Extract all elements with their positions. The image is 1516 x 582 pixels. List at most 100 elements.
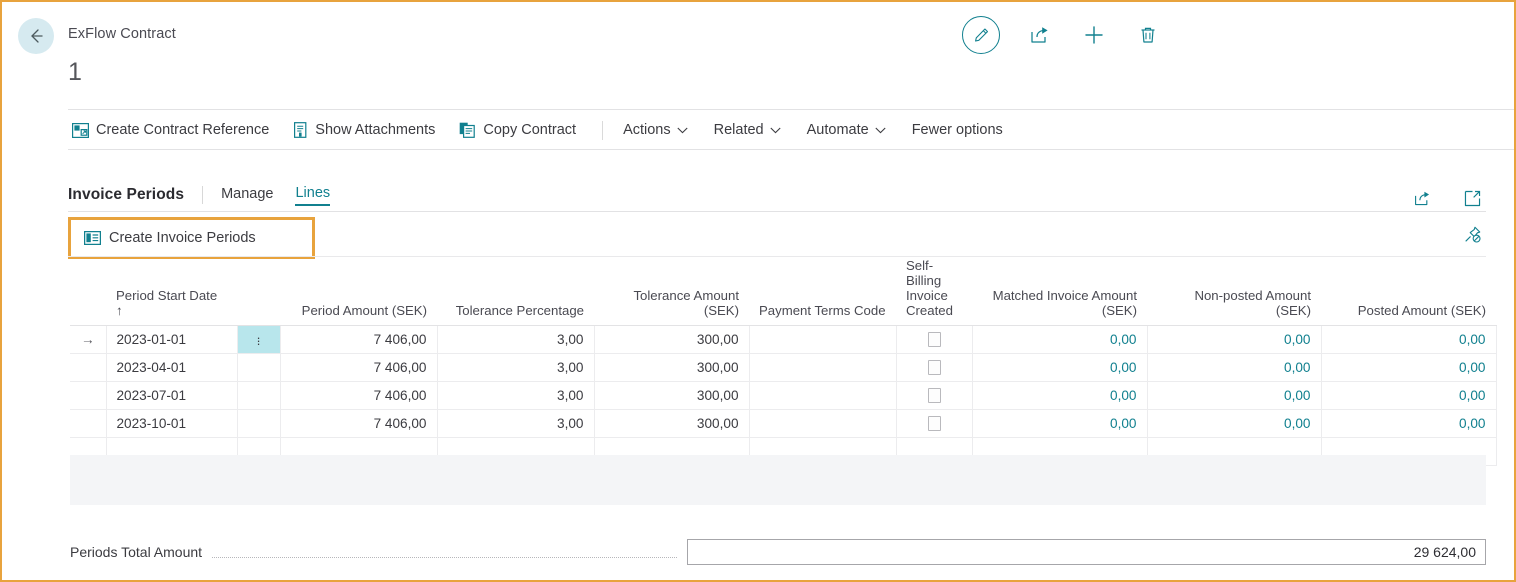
cell-self_billing_invoice_created[interactable] (896, 409, 973, 438)
column-header-matched_invoice_amount[interactable]: Matched Invoice Amount (SEK) (972, 258, 1147, 326)
column-header-tolerance_amount[interactable]: Tolerance Amount (SEK) (594, 258, 749, 326)
back-arrow-icon (31, 29, 43, 43)
checkbox-self-billing-invoice-created[interactable] (927, 332, 941, 348)
cell-non_posted_amount[interactable]: 0,00 (1147, 381, 1322, 410)
cell-self_billing_invoice_created[interactable] (896, 325, 973, 354)
cell-tolerance_amount[interactable]: 300,00 (594, 325, 750, 354)
part-title-divider (202, 186, 204, 204)
cell-tolerance_percentage[interactable]: 3,00 (437, 325, 595, 354)
trash-icon (1141, 27, 1155, 43)
cell-period_start_date[interactable]: 2023-10-01 (106, 409, 238, 438)
cell-period_amount[interactable]: 7 406,00 (280, 381, 438, 410)
cell-matched_invoice_amount[interactable]: 0,00 (972, 381, 1148, 410)
column-header-self_billing_invoice_created[interactable]: Self- Billing Invoice Created (896, 258, 972, 326)
cell-period_start_date[interactable]: 2023-07-01 (106, 381, 238, 410)
table-row[interactable]: 2023-07-01 7 406,00 3,00 300,00 0,00 0,00 0,00 (70, 381, 1497, 410)
unpin-button[interactable] (1463, 225, 1482, 249)
column-header-payment_terms_code[interactable]: Payment Terms Code (749, 258, 896, 326)
copy-document-icon (460, 122, 476, 138)
command-ribbon: Create Contract Reference Show Attachmen… (68, 112, 1514, 148)
create-invoice-periods-button[interactable]: Create Invoice Periods (68, 217, 315, 259)
create-contract-reference-button[interactable]: Create Contract Reference (68, 118, 279, 142)
periods-total-value[interactable]: 29 624,00 (687, 539, 1486, 565)
cell-non_posted_amount[interactable]: 0,00 (1147, 325, 1322, 354)
cell-posted_amount[interactable]: 0,00 (1321, 325, 1497, 354)
actions-menu[interactable]: Actions (615, 118, 696, 142)
checkbox-self-billing-invoice-created[interactable] (927, 388, 941, 404)
checkbox-self-billing-invoice-created[interactable] (927, 360, 941, 376)
cell-self_billing_invoice_created[interactable] (896, 381, 973, 410)
table-row[interactable]: 2023-10-01 7 406,00 3,00 300,00 0,00 0,00 0,00 (70, 409, 1497, 438)
cell-matched_invoice_amount[interactable]: 0,00 (972, 409, 1148, 438)
cell-matched_invoice_amount[interactable]: 0,00 (972, 325, 1148, 354)
row-indicator (70, 409, 107, 438)
cell-tolerance_percentage[interactable]: 3,00 (437, 409, 595, 438)
related-menu[interactable]: Related (706, 118, 789, 142)
tab-manage[interactable]: Manage (221, 186, 273, 205)
chevron-down-icon (770, 127, 781, 133)
share-part-button[interactable] (1408, 184, 1436, 212)
exflow-contract-page: ExFlow Contract 1 Create Contract Refere… (0, 0, 1516, 582)
cell-non_posted_amount[interactable]: 0,00 (1147, 409, 1322, 438)
cell-tolerance_amount[interactable]: 300,00 (594, 353, 750, 382)
page-caption: ExFlow Contract (68, 26, 176, 42)
cell-posted_amount[interactable]: 0,00 (1321, 353, 1497, 382)
cell-payment_terms_code[interactable] (749, 353, 897, 382)
cell-period_start_date[interactable]: 2023-04-01 (106, 353, 238, 382)
cell-payment_terms_code[interactable] (749, 381, 897, 410)
column-header-non_posted_amount[interactable]: Non-posted Amount (SEK) (1147, 258, 1321, 326)
cell-self_billing_invoice_created[interactable] (896, 353, 973, 382)
row-menu-button[interactable] (237, 353, 281, 382)
row-menu-button[interactable] (237, 381, 281, 410)
share-button[interactable] (1026, 21, 1054, 49)
ribbon-item-label: Show Attachments (315, 122, 436, 138)
column-header-period_start_date[interactable]: Period Start Date ↑ (106, 258, 237, 326)
cell-payment_terms_code[interactable] (749, 325, 897, 354)
table-row[interactable]: → 2023-01-01... 7 406,00 3,00 300,00 0,00 0,00… (70, 325, 1497, 354)
actions-menu-label: Actions (623, 122, 671, 138)
share-part-icon (1414, 191, 1429, 205)
delete-button[interactable] (1134, 21, 1162, 49)
cell-tolerance_percentage[interactable]: 3,00 (437, 353, 595, 382)
back-button[interactable] (18, 18, 54, 54)
copy-contract-button[interactable]: Copy Contract (455, 118, 586, 142)
cell-non_posted_amount[interactable]: 0,00 (1147, 353, 1322, 382)
cell-matched_invoice_amount[interactable]: 0,00 (972, 353, 1148, 382)
ribbon-item-label: Copy Contract (483, 122, 577, 138)
automate-menu-label: Automate (806, 122, 869, 138)
row-menu-button[interactable] (237, 409, 281, 438)
cell-payment_terms_code[interactable] (749, 409, 897, 438)
show-attachments-button[interactable]: Show Attachments (289, 118, 445, 142)
leader-dots (212, 547, 678, 558)
periods-total-row: Periods Total Amount 29 624,00 (70, 537, 1486, 567)
row-indicator (70, 381, 107, 410)
cell-posted_amount[interactable]: 0,00 (1321, 409, 1497, 438)
edit-button[interactable] (962, 16, 1000, 54)
checkbox-self-billing-invoice-created[interactable] (927, 416, 941, 432)
row-menu-button[interactable]: ... (237, 325, 281, 354)
cell-period_amount[interactable]: 7 406,00 (280, 409, 438, 438)
page-header: ExFlow Contract 1 (2, 2, 1514, 110)
cell-tolerance_percentage[interactable]: 3,00 (437, 381, 595, 410)
cell-tolerance_amount[interactable]: 300,00 (594, 381, 750, 410)
lines-subribbon: Create Invoice Periods (68, 213, 1486, 259)
cell-period_start_date[interactable]: 2023-01-01 (106, 325, 238, 354)
tab-lines[interactable]: Lines (295, 185, 331, 206)
open-in-new-window-button[interactable] (1458, 184, 1486, 212)
fewer-options-button[interactable]: Fewer options (904, 118, 1011, 142)
column-header-rowmenu (237, 258, 280, 326)
cell-period_amount[interactable]: 7 406,00 (280, 325, 438, 354)
column-header-posted_amount[interactable]: Posted Amount (SEK) (1321, 258, 1496, 326)
cell-posted_amount[interactable]: 0,00 (1321, 381, 1497, 410)
table-header-row: Period Start Date ↑ Period Amount (SEK) To… (70, 258, 1496, 326)
create-invoice-periods-label: Create Invoice Periods (109, 230, 256, 246)
new-button[interactable] (1080, 21, 1108, 49)
cell-tolerance_amount[interactable]: 300,00 (594, 409, 750, 438)
row-indicator (70, 353, 107, 382)
automate-menu[interactable]: Automate (799, 118, 894, 142)
column-header-tolerance_percentage[interactable]: Tolerance Percentage (437, 258, 594, 326)
table-row[interactable]: 2023-04-01 7 406,00 3,00 300,00 0,00 0,00 0,00 (70, 353, 1497, 382)
header-divider (68, 109, 1514, 110)
column-header-period_amount[interactable]: Period Amount (SEK) (280, 258, 437, 326)
cell-period_amount[interactable]: 7 406,00 (280, 353, 438, 382)
